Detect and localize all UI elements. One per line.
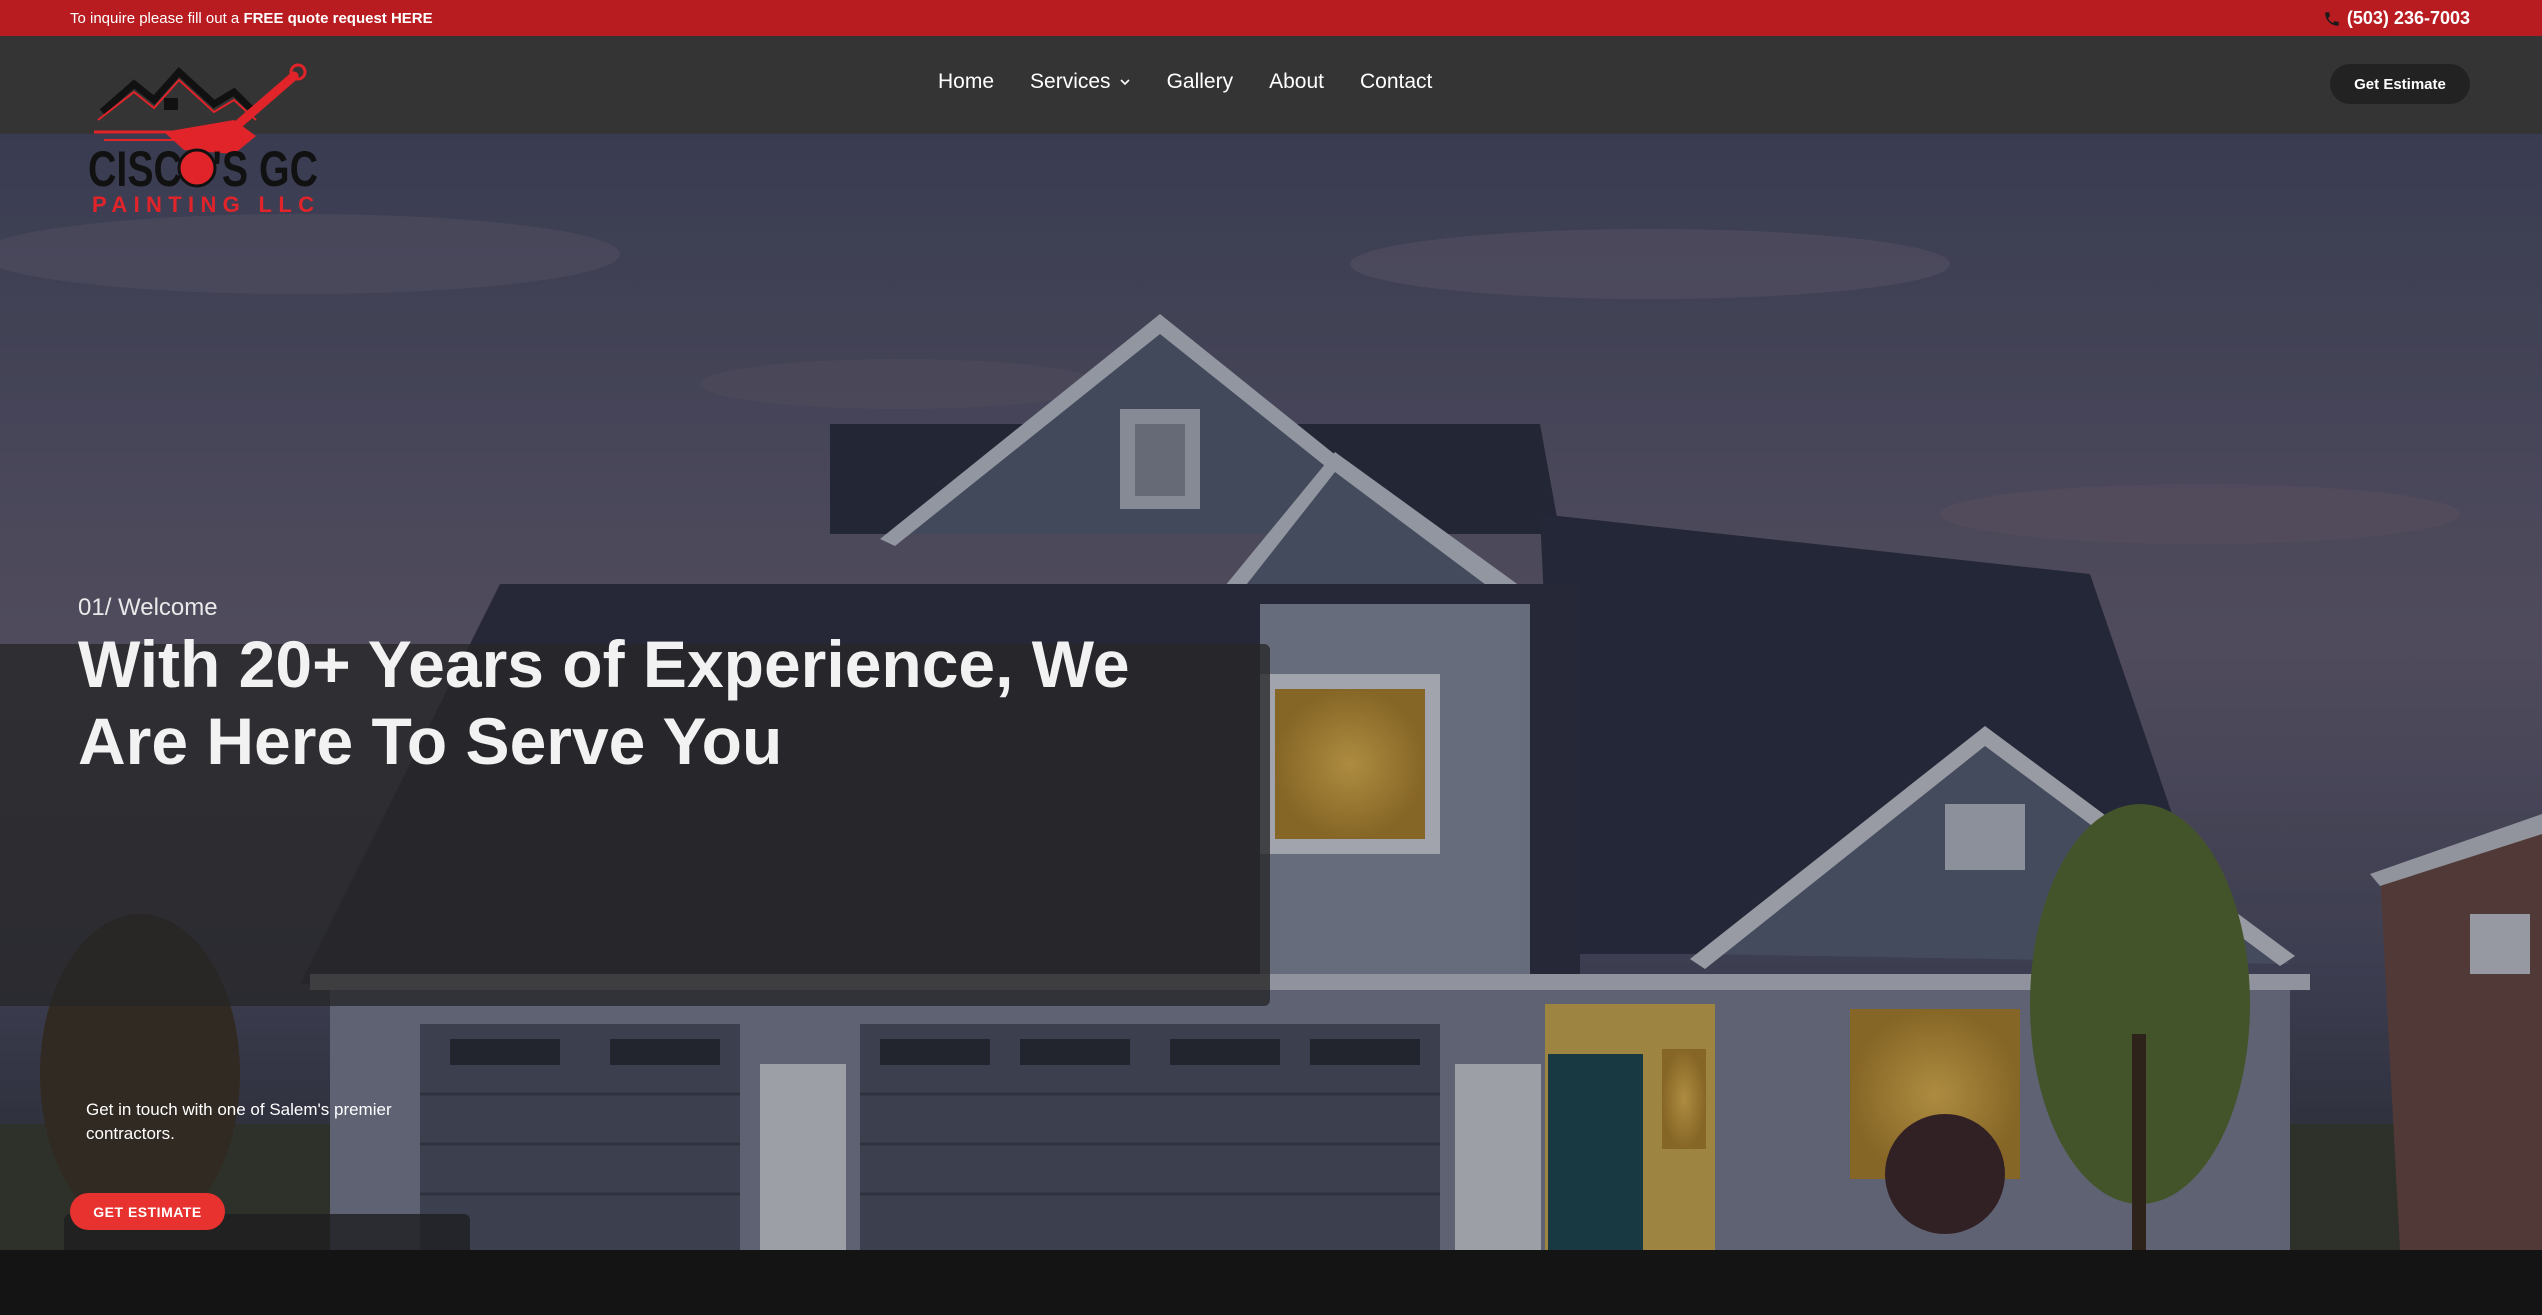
logo-subtitle: PAINTING LLC [92, 192, 314, 217]
nav-item-services[interactable]: Services [1030, 70, 1131, 94]
nav-item-home[interactable]: Home [938, 70, 994, 94]
get-estimate-cta-button[interactable]: GET ESTIMATE [70, 1193, 225, 1230]
contact-text: Get in touch with one of Salem's premier… [86, 1100, 392, 1143]
get-estimate-button[interactable]: Get Estimate [2330, 64, 2470, 104]
section-kicker: 01/ Welcome [78, 594, 218, 621]
nav-menu: Home Services Gallery About Contact [938, 70, 1468, 94]
chevron-down-icon [1119, 79, 1130, 86]
nav-item-label: Gallery [1166, 70, 1234, 93]
quote-notice: To inquire please fill out a FREE quote … [70, 10, 433, 27]
main-navbar: Home Services Gallery About Contact Get … [0, 36, 2542, 134]
phone-link[interactable]: (503) 236-7003 [2323, 8, 2470, 29]
nav-item-gallery[interactable]: Gallery [1167, 70, 1234, 94]
page-bottom-strip [0, 1250, 2542, 1315]
announcement-bar: To inquire please fill out a FREE quote … [0, 0, 2542, 36]
company-logo[interactable]: CISCO'S GC PAINTING LLC [84, 62, 324, 224]
hero-title: With 20+ Years of Experience, We Are Her… [78, 627, 1130, 778]
phone-number: (503) 236-7003 [2346, 8, 2470, 28]
nav-item-contact[interactable]: Contact [1360, 70, 1432, 94]
nav-item-label: Contact [1359, 70, 1433, 93]
phone-icon [2325, 11, 2339, 26]
quote-notice-text: To inquire please fill out a [70, 10, 244, 27]
nav-item-label: Home [938, 70, 995, 93]
nav-item-about[interactable]: About [1269, 70, 1324, 94]
quote-request-link[interactable]: FREE quote request HERE [243, 10, 432, 27]
nav-item-label: Services [1030, 70, 1111, 93]
nav-item-label: About [1269, 70, 1324, 93]
